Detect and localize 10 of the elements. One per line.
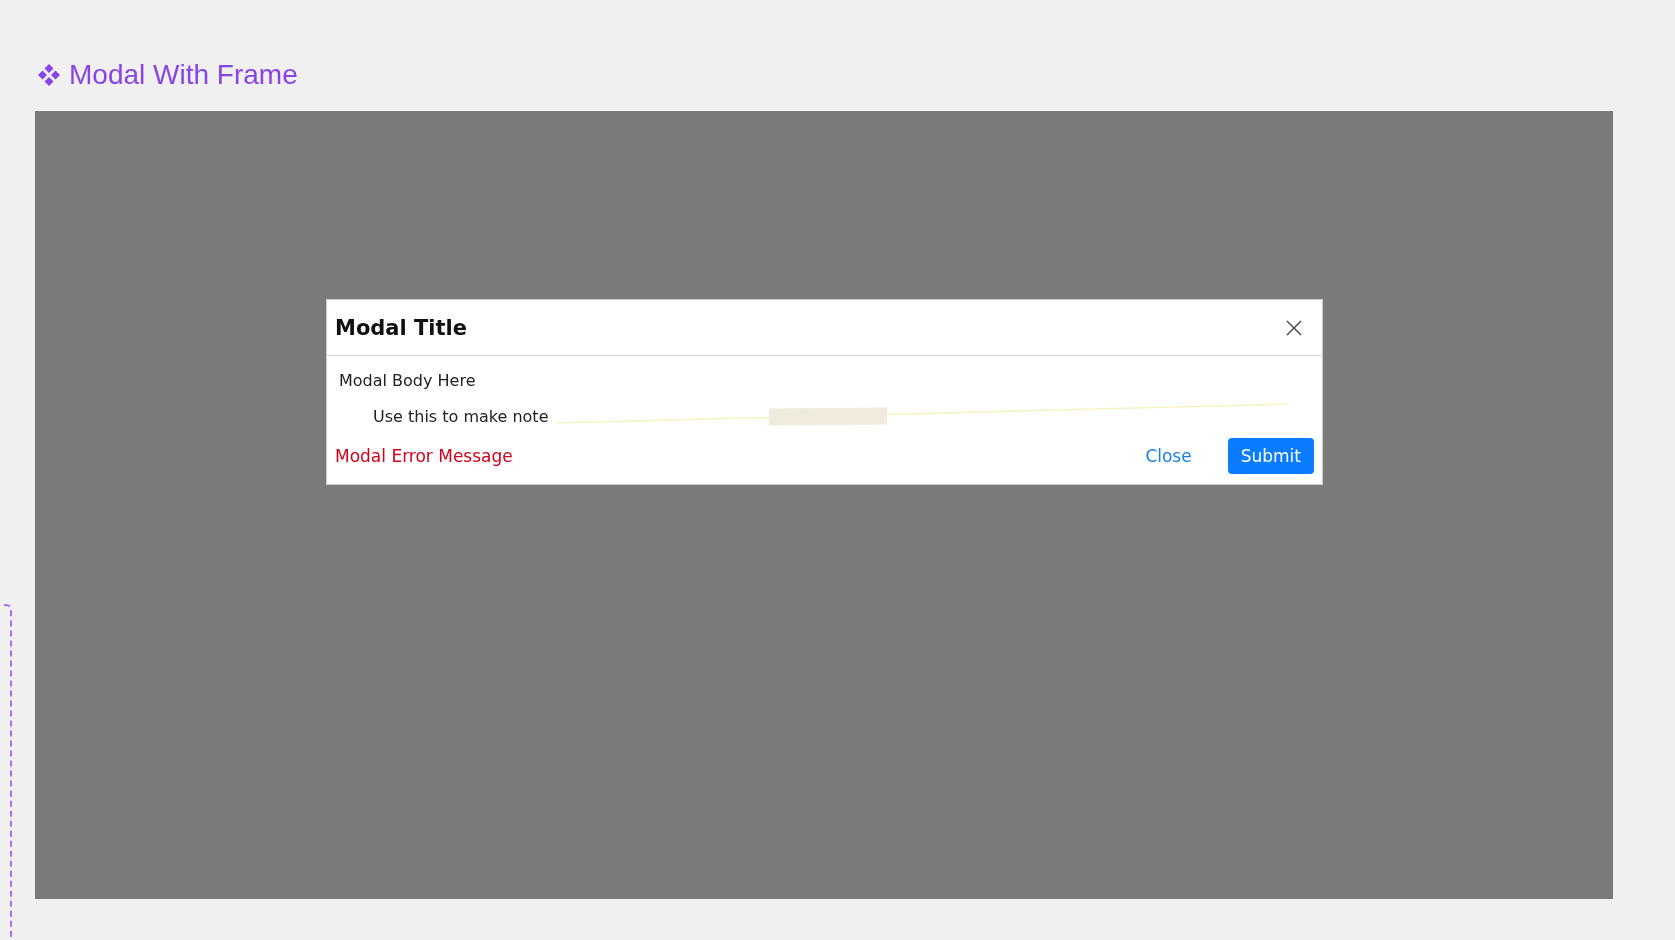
- error-message: Modal Error Message: [335, 446, 513, 466]
- diamond-cluster-icon: [37, 63, 61, 87]
- close-link[interactable]: Close: [1145, 446, 1192, 466]
- close-icon: [1286, 319, 1302, 336]
- note-text: Use this to make note: [373, 406, 549, 428]
- frame-title: Modal With Frame: [69, 59, 298, 91]
- modal-body-text: Modal Body Here: [339, 370, 477, 392]
- submit-button[interactable]: Submit: [1227, 438, 1314, 474]
- close-button[interactable]: [1286, 319, 1302, 336]
- modal-title: Modal Title: [335, 315, 468, 340]
